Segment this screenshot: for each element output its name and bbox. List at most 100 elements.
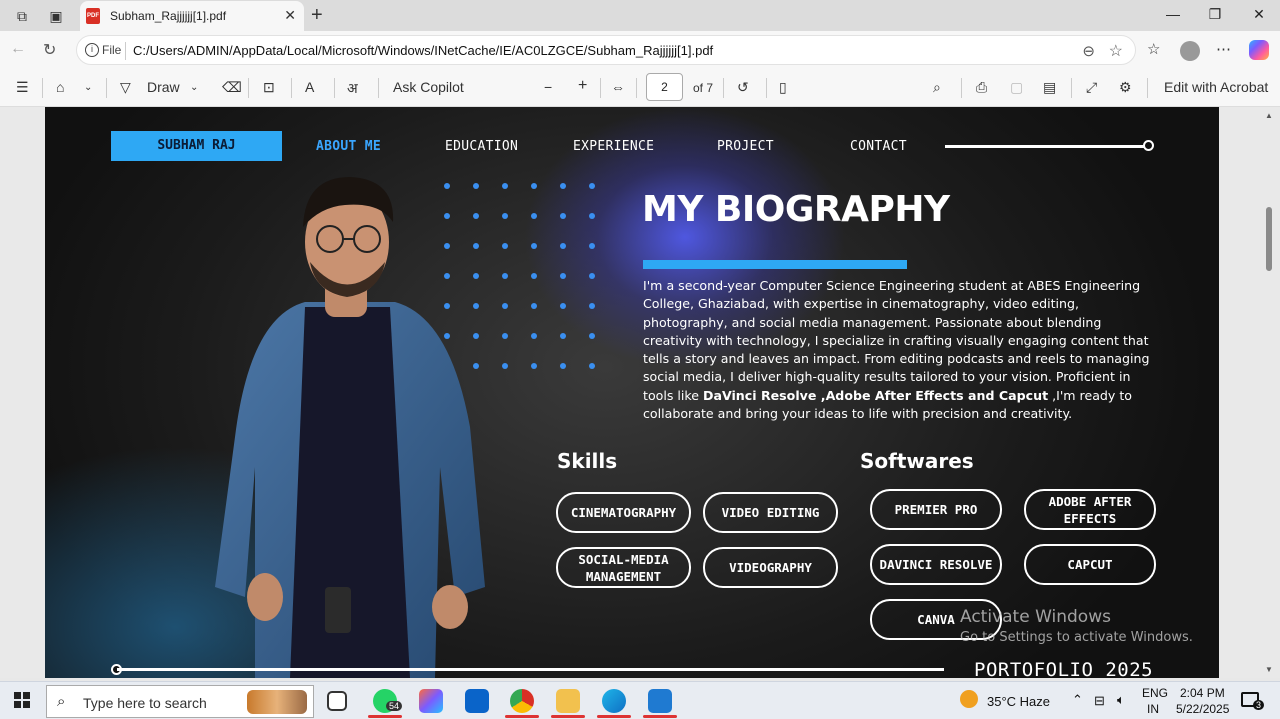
pdf-toolbar: ☰ ⌂ ⌄ ▽ Draw ⌄ ⌫ ⊡ A अ Ask Copilot − + ⇔… [0, 69, 1280, 107]
search-highlight-icon [247, 690, 307, 714]
read-aloud-icon[interactable]: A [305, 79, 314, 95]
decorative-dot [531, 213, 537, 219]
weather-text[interactable]: 35°C Haze [987, 694, 1050, 709]
favorites-icon[interactable]: ☆ [1147, 40, 1160, 58]
back-icon[interactable]: ← [10, 40, 26, 58]
draw-button[interactable]: Draw [147, 79, 180, 95]
zoom-out-icon[interactable]: − [544, 79, 552, 95]
pdf-viewer[interactable]: SUBHAM RAJ ABOUT ME EDUCATION EXPERIENCE… [0, 107, 1280, 678]
decorative-dot [531, 363, 537, 369]
ask-copilot-button[interactable]: Ask Copilot [393, 79, 464, 95]
pdf-page: SUBHAM RAJ ABOUT ME EDUCATION EXPERIENCE… [45, 107, 1219, 678]
network-icon[interactable]: ⊟ [1094, 693, 1105, 709]
skill-video-editing: VIDEO EDITING [703, 492, 838, 533]
zoom-icon[interactable]: ⊖ [1082, 42, 1095, 60]
taskbar-search-box[interactable]: ⌕ Type here to search [46, 685, 314, 718]
save-icon[interactable]: ▢ [1010, 79, 1023, 96]
edge-icon[interactable] [602, 689, 626, 713]
rotate-icon[interactable]: ↺ [737, 79, 749, 96]
url-text[interactable]: C:/Users/ADMIN/AppData/Local/Microsoft/W… [133, 43, 713, 58]
workspaces-icon[interactable]: ⧉ [12, 6, 32, 26]
decorative-dot [560, 213, 566, 219]
fullscreen-icon[interactable]: ⤢ [1086, 79, 1097, 96]
scrollbar-thumb[interactable] [1266, 207, 1272, 271]
minimize-button[interactable]: — [1158, 6, 1188, 22]
bio-text-tools: DaVinci Resolve ,Adobe After Effects and… [703, 387, 1049, 403]
chevron-up-icon[interactable]: ⌃ [1072, 692, 1083, 708]
skill-cinematography: CINEMATOGRAPHY [556, 492, 691, 533]
page-view-icon[interactable]: ▯ [779, 79, 787, 96]
copilot-icon[interactable] [1249, 40, 1269, 60]
softwares-title: Softwares [860, 449, 974, 473]
skill-social-media: SOCIAL-MEDIA MANAGEMENT [556, 547, 691, 588]
search-icon[interactable]: ⌕ [933, 79, 941, 96]
browser-tab[interactable]: PDF Subham_Rajjjjjj[1].pdf ✕ [80, 1, 304, 31]
weather-icon[interactable] [960, 690, 978, 708]
tab-title: Subham_Rajjjjjj[1].pdf [110, 9, 227, 23]
maximize-button[interactable]: ❐ [1200, 6, 1230, 23]
edit-with-acrobat-button[interactable]: Edit with Acrobat [1164, 79, 1268, 95]
decorative-dot [560, 363, 566, 369]
text-box-icon[interactable]: ⊡ [263, 79, 275, 96]
page-number-input[interactable]: 2 [646, 73, 683, 101]
decorative-dot [502, 183, 508, 189]
decorative-dot [589, 213, 595, 219]
watermark-line1: Activate Windows [960, 607, 1111, 627]
draw-icon[interactable]: ▽ [120, 79, 131, 96]
task-view-icon[interactable] [327, 691, 347, 711]
copilot-app-icon[interactable] [419, 689, 443, 713]
scroll-down-icon[interactable]: ▼ [1265, 665, 1273, 674]
address-bar[interactable]: i File C:/Users/ADMIN/AppData/Local/Micr… [76, 35, 1136, 65]
close-tab-icon[interactable]: ✕ [284, 7, 296, 24]
bio-text-part1: I'm a second-year Computer Science Engin… [643, 278, 1150, 403]
decorative-dot [589, 303, 595, 309]
language-secondary[interactable]: IN [1147, 702, 1159, 716]
settings-gear-icon[interactable]: ⚙ [1119, 79, 1132, 96]
whatsapp-badge: 54 [386, 701, 403, 711]
decorative-dot [589, 333, 595, 339]
decorative-dot [531, 303, 537, 309]
close-window-button[interactable]: ✕ [1244, 6, 1274, 23]
vscode-icon[interactable] [648, 689, 672, 713]
erase-icon[interactable]: ⌫ [222, 79, 242, 96]
draw-dropdown-icon[interactable]: ⌄ [190, 82, 198, 93]
clock-time[interactable]: 2:04 PM [1180, 686, 1225, 700]
highlight-icon[interactable]: ⌂ [56, 79, 64, 95]
language-primary[interactable]: ENG [1142, 686, 1168, 700]
clock-date[interactable]: 5/22/2025 [1176, 702, 1229, 716]
file-explorer-icon[interactable] [556, 689, 580, 713]
decorative-dot [589, 183, 595, 189]
favorite-star-icon[interactable]: ☆ [1109, 41, 1123, 61]
profile-avatar[interactable] [1180, 41, 1200, 61]
info-icon[interactable]: i [85, 43, 99, 57]
page-total: of 7 [693, 81, 714, 95]
nav-divider-line [945, 145, 1145, 148]
chrome-icon[interactable] [510, 689, 534, 713]
software-davinci-resolve: DAVINCI RESOLVE [870, 544, 1002, 585]
vertical-scrollbar[interactable]: ▲ ▼ [1262, 107, 1276, 678]
outlook-icon[interactable] [465, 689, 489, 713]
windows-taskbar: ⌕ Type here to search 54 35°C Haze ⌃ ⊟ 🔈… [0, 681, 1280, 719]
more-menu-icon[interactable]: ⋯ [1216, 40, 1231, 58]
volume-icon[interactable]: 🔈︎ [1117, 692, 1125, 708]
tab-actions-icon[interactable]: ▣ [46, 6, 66, 26]
highlight-dropdown-icon[interactable]: ⌄ [84, 82, 92, 93]
zoom-in-icon[interactable]: + [578, 77, 587, 95]
contents-icon[interactable]: ☰ [16, 79, 29, 96]
decorative-dot [502, 303, 508, 309]
decorative-dot [502, 333, 508, 339]
decorative-dot [502, 213, 508, 219]
print-icon[interactable]: ⎙ [976, 79, 987, 96]
windows-start-icon[interactable] [14, 692, 30, 708]
software-after-effects: ADOBE AFTER EFFECTS [1024, 489, 1156, 530]
refresh-icon[interactable]: ↻ [43, 40, 56, 60]
nav-contact: CONTACT [850, 139, 907, 154]
address-bar-row: ← ↻ i File C:/Users/ADMIN/AppData/Local/… [0, 31, 1280, 69]
fit-width-icon[interactable]: ⇔ [611, 79, 625, 95]
tab-bar: ⧉ ▣ PDF Subham_Rajjjjjj[1].pdf ✕ + — ❐ ✕ [0, 0, 1280, 31]
nav-education: EDUCATION [445, 139, 519, 154]
scroll-up-icon[interactable]: ▲ [1265, 111, 1273, 120]
translate-icon[interactable]: अ [347, 79, 358, 98]
save-as-icon[interactable]: ▤ [1043, 79, 1056, 96]
new-tab-button[interactable]: + [311, 4, 323, 27]
